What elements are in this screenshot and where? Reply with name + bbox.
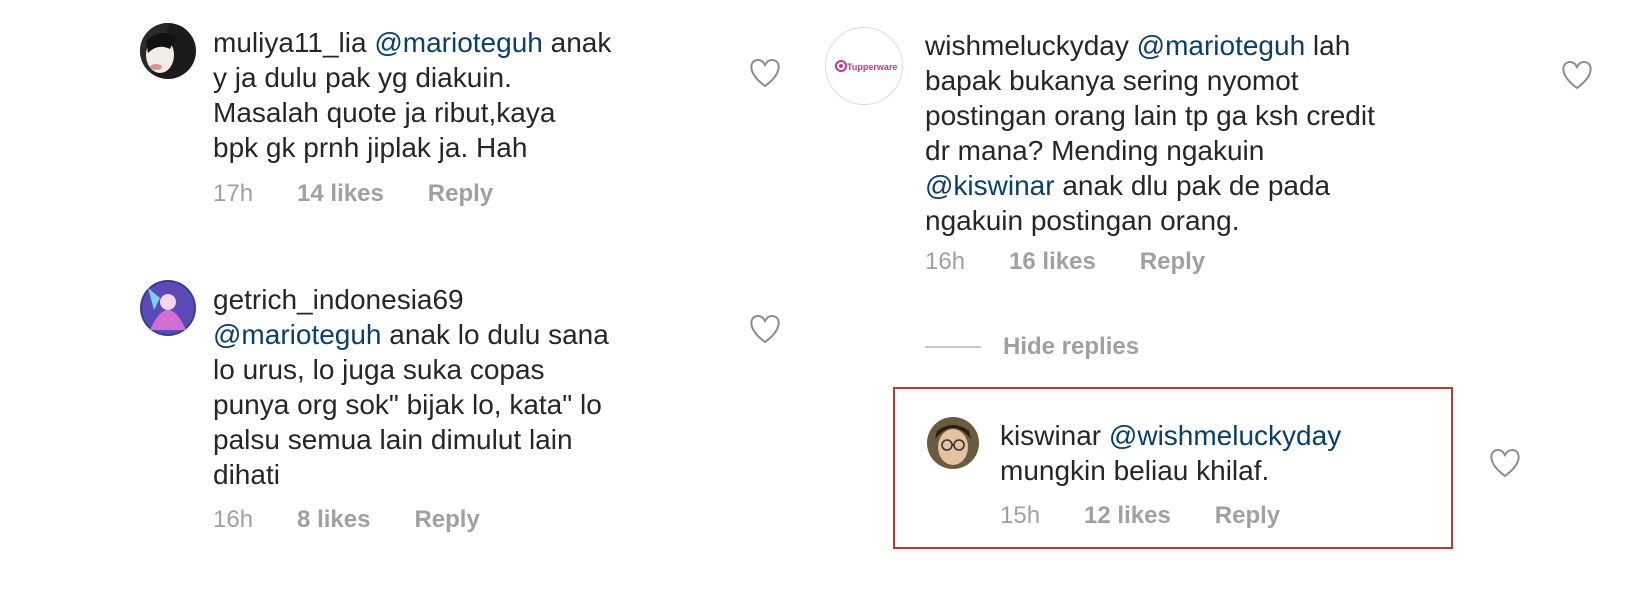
comment-line: anak dlu pak de pada bbox=[1054, 170, 1331, 201]
heart-icon[interactable] bbox=[748, 314, 782, 344]
comment-likes[interactable]: 8 likes bbox=[297, 506, 370, 534]
comment-meta: 16h 8 likes Reply bbox=[213, 506, 480, 534]
tupperware-logo-icon: Tupperware bbox=[835, 60, 897, 72]
comment-line: bapak bukanya sering nyomot bbox=[925, 65, 1299, 96]
comment-line: palsu semua lain dimulut lain bbox=[213, 424, 573, 455]
comment-text: getrich_indonesia69 @marioteguh anak lo … bbox=[213, 282, 673, 492]
reply-button[interactable]: Reply bbox=[428, 180, 493, 208]
comment-line: anak lo dulu sana bbox=[381, 319, 609, 350]
comment-text: kiswinar @wishmeluckyday mungkin beliau … bbox=[1000, 418, 1420, 488]
avatar-muliya11-lia[interactable] bbox=[140, 23, 196, 79]
comment-username[interactable]: muliya11_lia bbox=[213, 27, 367, 58]
comment-likes[interactable]: 14 likes bbox=[297, 180, 384, 208]
comment-line: lo urus, lo juga suka copas bbox=[213, 354, 545, 385]
comment-time: 16h bbox=[213, 506, 254, 533]
avatar-image bbox=[140, 280, 196, 336]
comment-meta: 16h 16 likes Reply bbox=[925, 248, 1205, 276]
comment-mention[interactable]: @wishmeluckyday bbox=[1109, 420, 1341, 451]
comment-mention[interactable]: @marioteguh bbox=[213, 319, 382, 350]
avatar-kiswinar[interactable] bbox=[927, 417, 979, 469]
comment-meta: 15h 12 likes Reply bbox=[1000, 502, 1280, 530]
comment-line: ngakuin postingan orang. bbox=[925, 205, 1240, 236]
comment-line: postingan orang lain tp ga ksh credit bbox=[925, 100, 1375, 131]
comment-line: anak bbox=[542, 27, 612, 58]
reply-button[interactable]: Reply bbox=[1140, 248, 1205, 276]
comment-username[interactable]: getrich_indonesia69 bbox=[213, 284, 464, 315]
comment-likes[interactable]: 12 likes bbox=[1084, 502, 1171, 530]
comment-line: punya org sok" bijak lo, kata" lo bbox=[213, 389, 602, 420]
comment-meta: 17h 14 likes Reply bbox=[213, 180, 493, 208]
heart-icon[interactable] bbox=[1488, 448, 1522, 478]
divider-line bbox=[925, 346, 981, 348]
comment-username[interactable]: kiswinar bbox=[1000, 420, 1101, 451]
hide-replies-button[interactable]: Hide replies bbox=[925, 333, 1139, 361]
logo-text: Tupperware bbox=[847, 62, 897, 72]
comment-mention[interactable]: @marioteguh bbox=[374, 27, 543, 58]
comment-line: mungkin beliau khilaf. bbox=[1000, 455, 1270, 486]
heart-icon[interactable] bbox=[748, 58, 782, 88]
comment-line: bpk gk prnh jiplak ja. Hah bbox=[213, 132, 528, 163]
comment-mention[interactable]: @marioteguh bbox=[1137, 30, 1306, 61]
avatar-wishmeluckyday[interactable]: Tupperware bbox=[825, 27, 903, 105]
comment-username[interactable]: wishmeluckyday bbox=[925, 30, 1129, 61]
avatar-getrich-indonesia69[interactable] bbox=[140, 280, 196, 336]
comment-line: Masalah quote ja ribut,kaya bbox=[213, 97, 556, 128]
reply-button[interactable]: Reply bbox=[414, 506, 479, 534]
left-comments-panel: muliya11_lia @marioteguh anak y ja dulu … bbox=[0, 0, 820, 600]
comment-line: dr mana? Mending ngakuin bbox=[925, 135, 1265, 166]
right-comments-panel: Tupperware wishmeluckyday @marioteguh la… bbox=[820, 0, 1647, 600]
comment-time: 15h bbox=[1000, 502, 1041, 529]
hide-replies-label: Hide replies bbox=[1003, 333, 1140, 360]
comment-time: 16h bbox=[925, 248, 966, 275]
comment-text: muliya11_lia @marioteguh anak y ja dulu … bbox=[213, 25, 673, 165]
avatar-image bbox=[927, 417, 979, 469]
comment-line: dihati bbox=[213, 459, 280, 490]
avatar-image bbox=[140, 23, 196, 79]
reply-button[interactable]: Reply bbox=[1215, 502, 1280, 530]
comment-mention[interactable]: @kiswinar bbox=[925, 170, 1055, 201]
comment-likes[interactable]: 16 likes bbox=[1009, 248, 1096, 276]
comment-line: y ja dulu pak yg diakuin. bbox=[213, 62, 512, 93]
comment-line: lah bbox=[1305, 30, 1351, 61]
heart-icon[interactable] bbox=[1560, 60, 1594, 90]
comment-time: 17h bbox=[213, 180, 254, 207]
comment-text: wishmeluckyday @marioteguh lah bapak buk… bbox=[925, 28, 1465, 238]
